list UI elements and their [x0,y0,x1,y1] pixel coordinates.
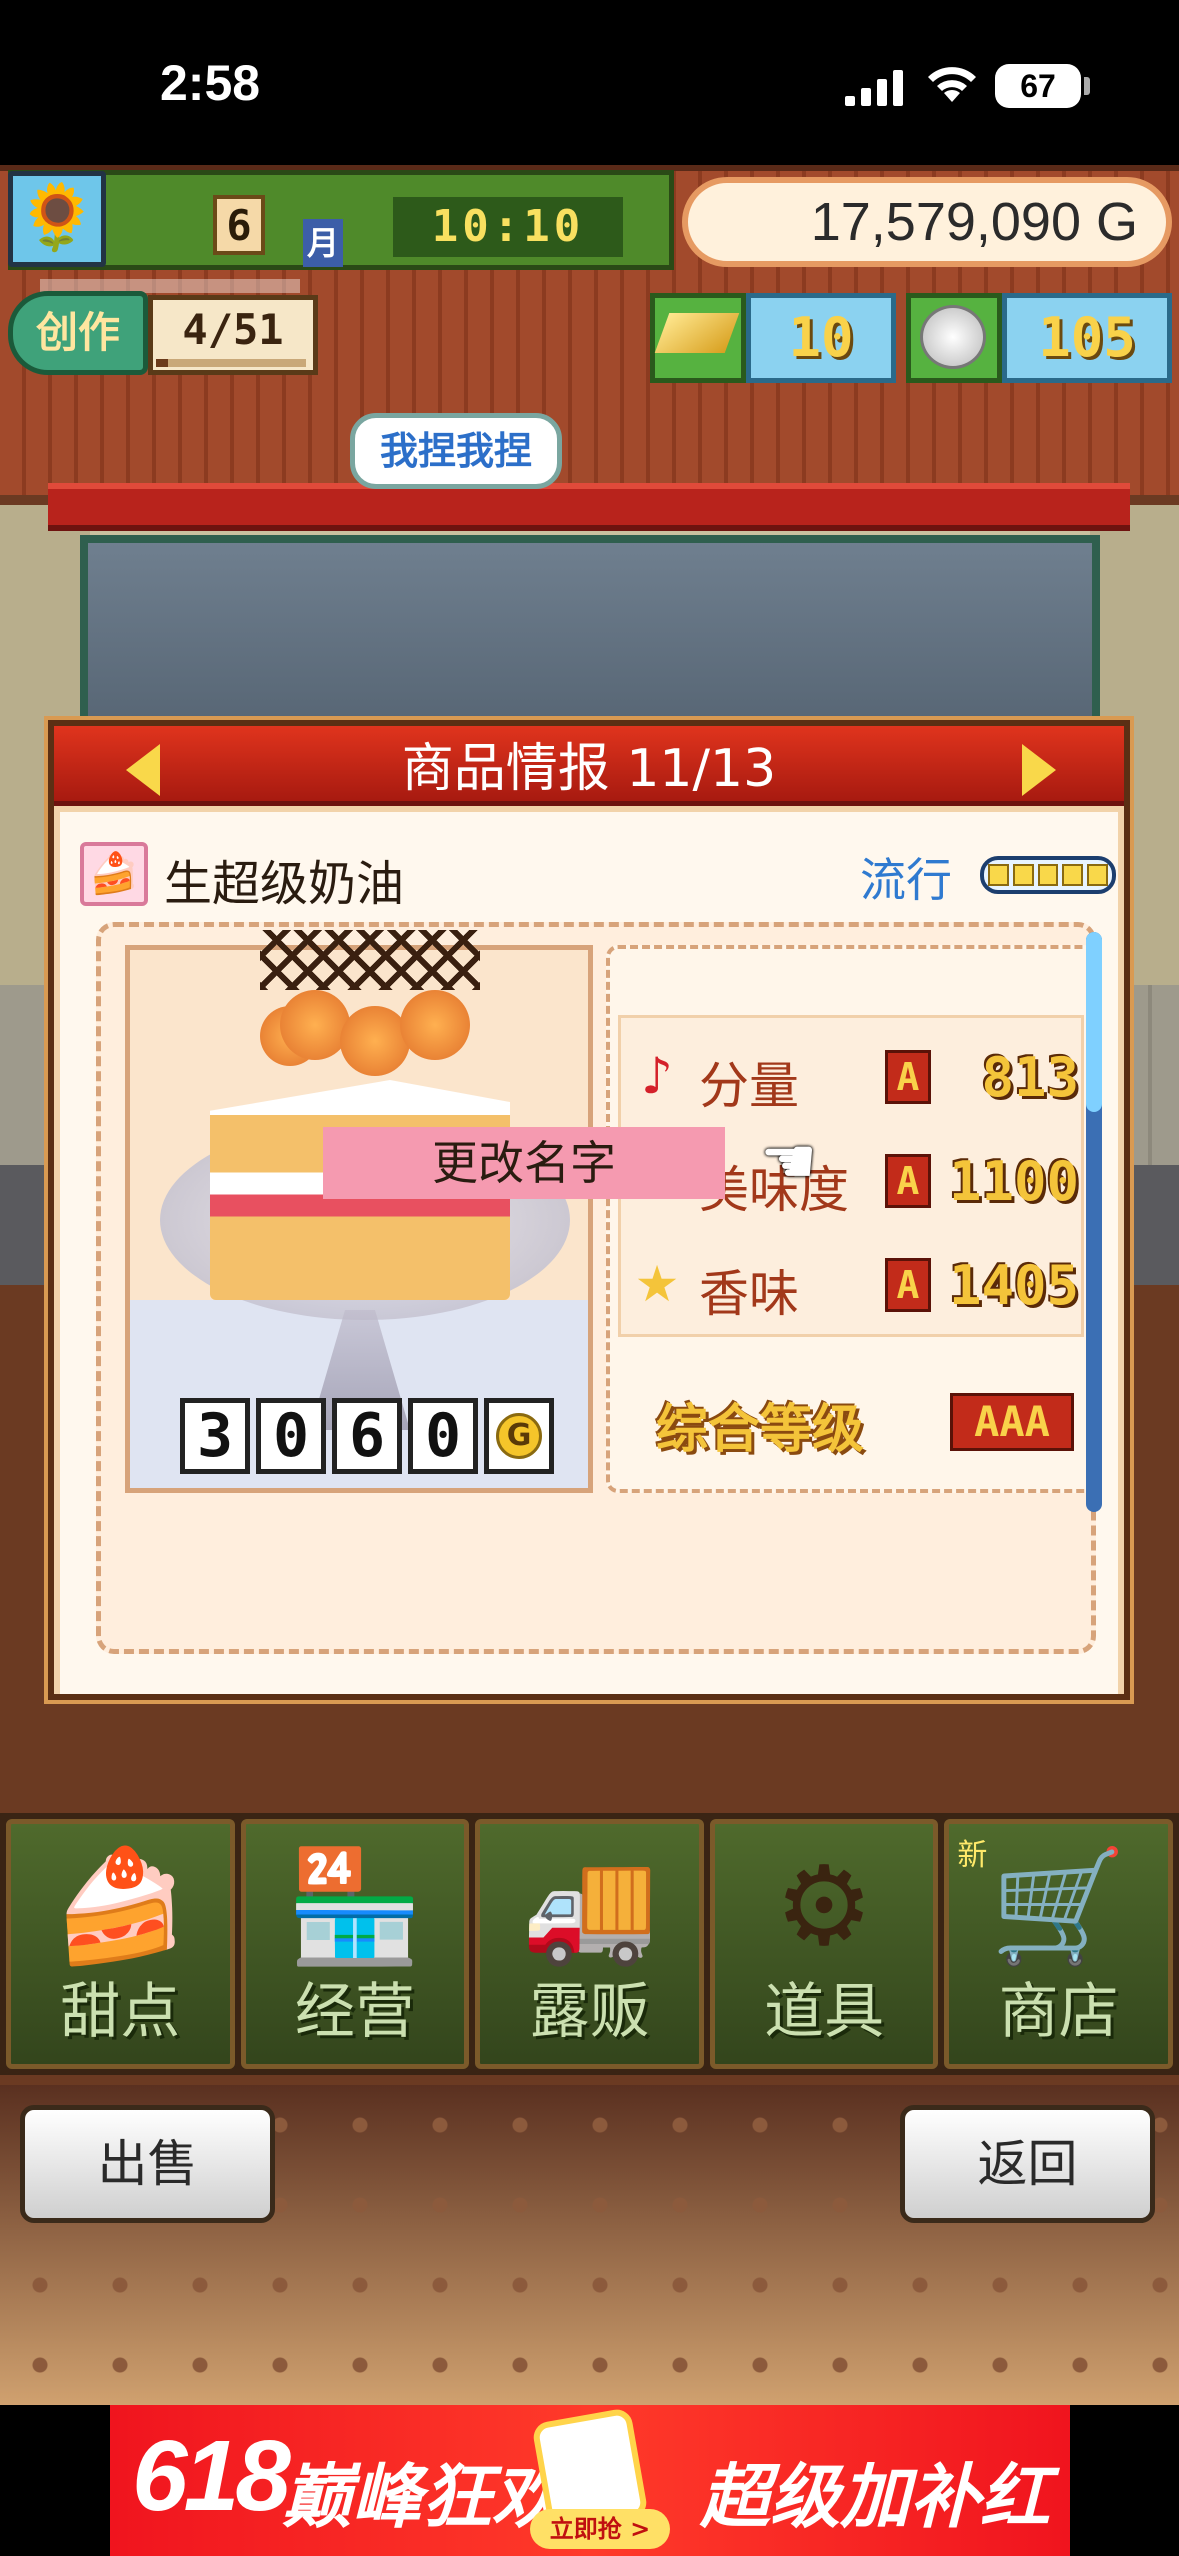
status-time: 2:58 [160,55,261,111]
menu-item[interactable]: 🛒 商店 新 [944,1819,1173,2069]
silver-coin-shape [920,305,986,369]
stats-panel: ♪分量A813♥美味度A1100★香味A1405 综合等级 AAA [606,945,1096,1493]
price-display[interactable]: 3060G [180,1398,554,1474]
cellular-signal-icon [845,70,903,106]
category-menu: 🍰 甜点 🏪 经营 🚚 露贩 ⚙ 道具 🛒 商店新 [0,1813,1179,2075]
shop-awning [48,483,1130,531]
next-arrow-icon[interactable] [1022,744,1056,796]
trend-segment [1062,864,1084,886]
new-badge: 新 [957,1838,988,1873]
orange-topping [280,990,350,1060]
menu-item[interactable]: 🏪 经营 [240,1819,470,2069]
create-badge[interactable]: 创作 [8,291,148,375]
status-bar: 2:58 67 [0,0,1179,165]
trend-segment [1087,864,1108,886]
money-amount: 17,579,090 G [810,192,1138,252]
stat-value: 1405 [948,1254,1079,1317]
game-clock: 10:10 [393,197,623,257]
create-progress-track [156,359,306,367]
silver-coin-count: 105 [1002,293,1172,383]
stat-row: ♪ 分量 A 813 [621,1026,1087,1126]
food-truck-icon: 🚚 [521,1842,658,1970]
chocolate-lattice [260,930,480,990]
gold-coin-icon: G [496,1413,542,1459]
money-display: 17,579,090 G [682,177,1172,267]
cake-icon: 🍰 [51,1842,189,1970]
price-digit: 6 [332,1398,402,1474]
gear-bag-icon: ⚙ [774,1842,874,1970]
product-image-card: 3060G [125,930,593,1493]
create-progress-fill [156,359,168,367]
trend-label: 流行 [860,853,952,907]
star-icon: ★ [634,1255,680,1313]
shop-icon: 🏪 [286,1842,424,1970]
orange-topping [400,990,470,1060]
dialog-header: 商品情报 11/13 [54,726,1124,806]
sell-button[interactable]: 出售 [20,2105,275,2223]
trend-meter [980,856,1116,894]
menu-item[interactable]: ⚙ 道具 [709,1819,939,2069]
stat-label: 分量 [699,1057,799,1115]
price-unit: G [484,1398,554,1474]
overall-rank-grade: AAA [950,1393,1074,1451]
menu-label: 露贩 [529,1977,650,2047]
menu-item[interactable]: 🚚 露贩 [475,1819,704,2069]
rename-button[interactable]: 更改名字 [323,1127,725,1199]
menu-label: 经营 [294,1977,415,2047]
scrollbar-thumb[interactable] [1086,932,1102,1112]
sunflower-icon[interactable]: 🌻 [8,171,106,267]
stat-value: 1100 [948,1150,1079,1213]
trend-segment [988,864,1009,886]
cake-category-icon: 🍰 [80,842,148,906]
dialog-title: 商品情报 11/13 [401,739,777,799]
ad-headline-right: 超级加补红包 [700,2456,1050,2538]
prev-arrow-icon[interactable] [126,744,160,796]
overall-rank-label: 综合等级 [656,1400,865,1460]
battery-tip [1084,77,1090,95]
month-label: 月 [303,219,343,267]
back-button[interactable]: 返回 [900,2105,1155,2223]
menu-label: 商店 [998,1977,1119,2047]
ad-cta-button[interactable]: 立即抢 > [530,2509,670,2549]
ad-banner[interactable]: 618 巅峰狂欢 立即抢 > 超级加补红包 [110,2405,1070,2556]
music-note-icon: ♪ [641,1047,673,1105]
gold-bar-shape [654,313,740,353]
trend-segment [1012,864,1034,886]
orange-topping [340,1006,410,1076]
wifi-icon [928,67,976,102]
menu-label: 甜点 [60,1977,181,2047]
price-digit: 0 [256,1398,326,1474]
menu-item[interactable]: 🍰 甜点 [6,1819,235,2069]
battery-indicator: 67 [995,64,1081,108]
ad-headline-left: 巅峰狂欢 [282,2456,562,2538]
date-panel: 6 月 10:10 [8,170,674,270]
stat-value: 813 [981,1046,1079,1109]
product-info-dialog: 商品情报 11/13 🍰 生超级奶油 流行 30 6 0 G ♪ 分量 A 81… [48,720,1130,1700]
gold-bar-count: 10 [746,293,896,383]
month-number: 6 [213,195,265,255]
ad-number: 618 [132,2420,291,2532]
stat-label: 香味 [699,1265,799,1323]
product-name: 生超级奶油 [164,856,405,912]
stat-grade: A [885,1050,931,1104]
dialog-body: 🍰 生超级奶油 流行 3060G ♪分量A813♥ [60,812,1118,1694]
stat-grade: A [885,1258,931,1312]
stat-row: ★ 香味 A 1405 [621,1234,1087,1334]
trend-segment [1037,864,1059,886]
product-detail-frame: 3060G ♪分量A813♥美味度A1100★香味A1405 综合等级 AAA [96,922,1096,1654]
game-scene[interactable]: 6 月 10:10 🌻 17,579,090 G 创作 4/51 10 105 … [0,165,1179,2405]
menu-label: 道具 [764,1977,885,2047]
price-digit: 0 [408,1398,478,1474]
shopping-cart-icon: 🛒 [990,1842,1128,1970]
pointing-hand-icon: ☚ [760,1125,818,1199]
price-digit: 3 [180,1398,250,1474]
chef-speech-bubble: 我捏我捏 [350,413,562,489]
stat-grade: A [885,1154,931,1208]
